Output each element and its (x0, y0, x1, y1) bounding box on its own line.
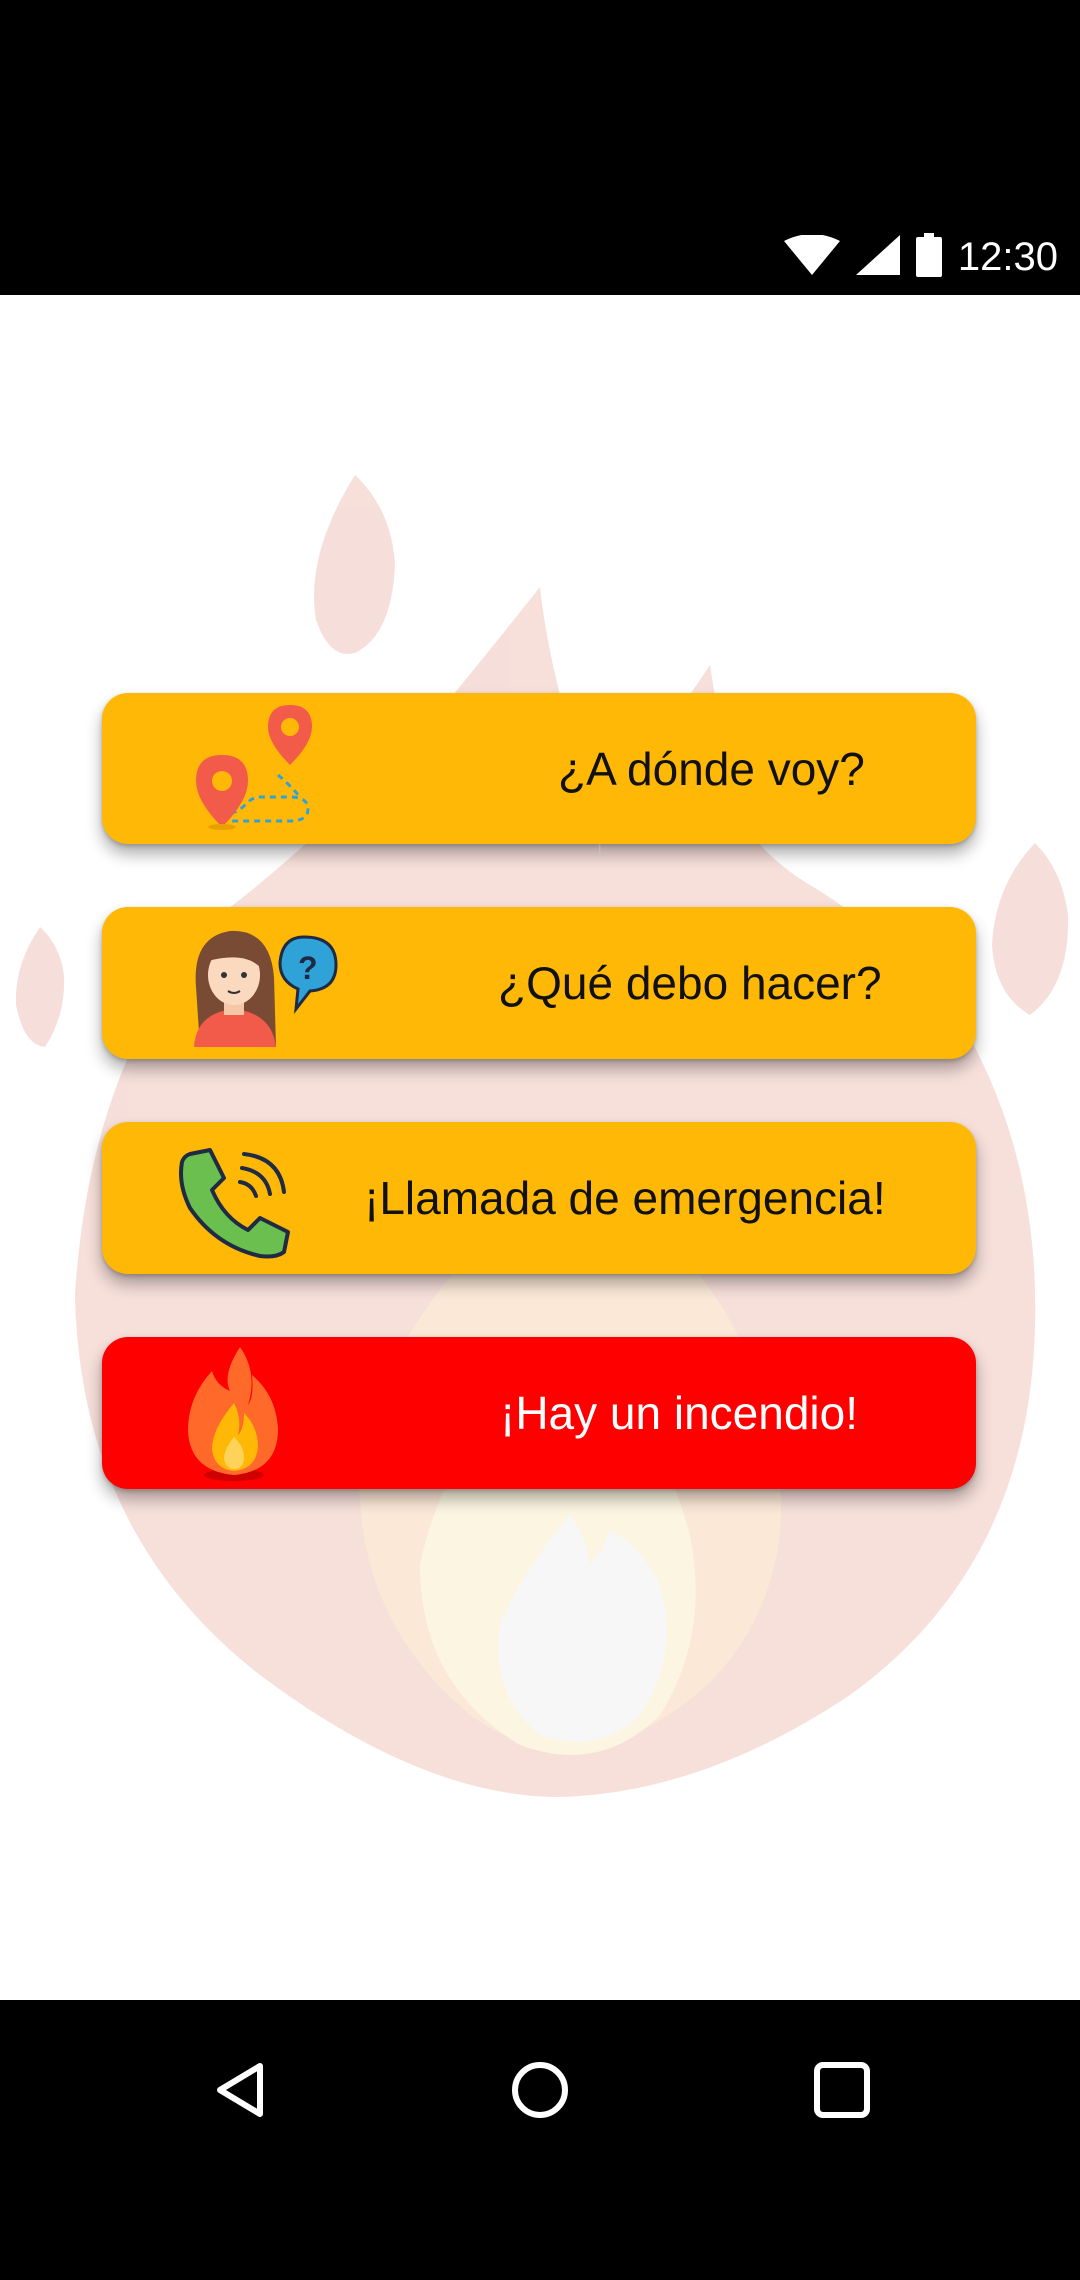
status-time: 12:30 (957, 235, 1058, 279)
navigation-bar (0, 2000, 1080, 2280)
emergency-call-button[interactable]: ¡Llamada de emergencia! (102, 1122, 976, 1274)
fire-icon (178, 1345, 288, 1488)
home-button[interactable] (480, 2030, 600, 2150)
emergency-call-label: ¡Llamada de emergencia! (364, 1172, 886, 1224)
map-route-icon (190, 705, 318, 836)
cell-signal-icon (855, 234, 900, 280)
where-to-go-button[interactable]: ¿A dónde voy? (102, 693, 976, 844)
wifi-icon (783, 233, 840, 280)
where-to-go-label: ¿A dónde voy? (558, 742, 865, 795)
recents-button[interactable] (782, 2030, 902, 2150)
person-question-icon: ? (186, 917, 346, 1054)
status-bar: 12:30 (0, 0, 1080, 295)
recents-icon (814, 2062, 870, 2118)
main-content: ¿A dónde voy? ? ¿Qué debo hacer? ¡Llamad… (0, 295, 1080, 2000)
there-is-a-fire-button[interactable]: ¡Hay un incendio! (102, 1337, 976, 1489)
status-icons: 12:30 (783, 232, 1058, 282)
phone-call-icon (176, 1148, 292, 1265)
home-icon (512, 2062, 568, 2118)
what-to-do-button[interactable]: ? ¿Qué debo hacer? (102, 907, 976, 1059)
what-to-do-label: ¿Qué debo hacer? (498, 957, 882, 1009)
back-icon (217, 2063, 263, 2117)
svg-text:?: ? (298, 950, 318, 986)
there-is-a-fire-label: ¡Hay un incendio! (500, 1387, 858, 1439)
battery-icon (915, 232, 942, 282)
back-button[interactable] (180, 2030, 300, 2150)
screen: 12:30 ¿A dónde voy? ? ¿Qué debo hacer? ¡… (0, 0, 1080, 2280)
